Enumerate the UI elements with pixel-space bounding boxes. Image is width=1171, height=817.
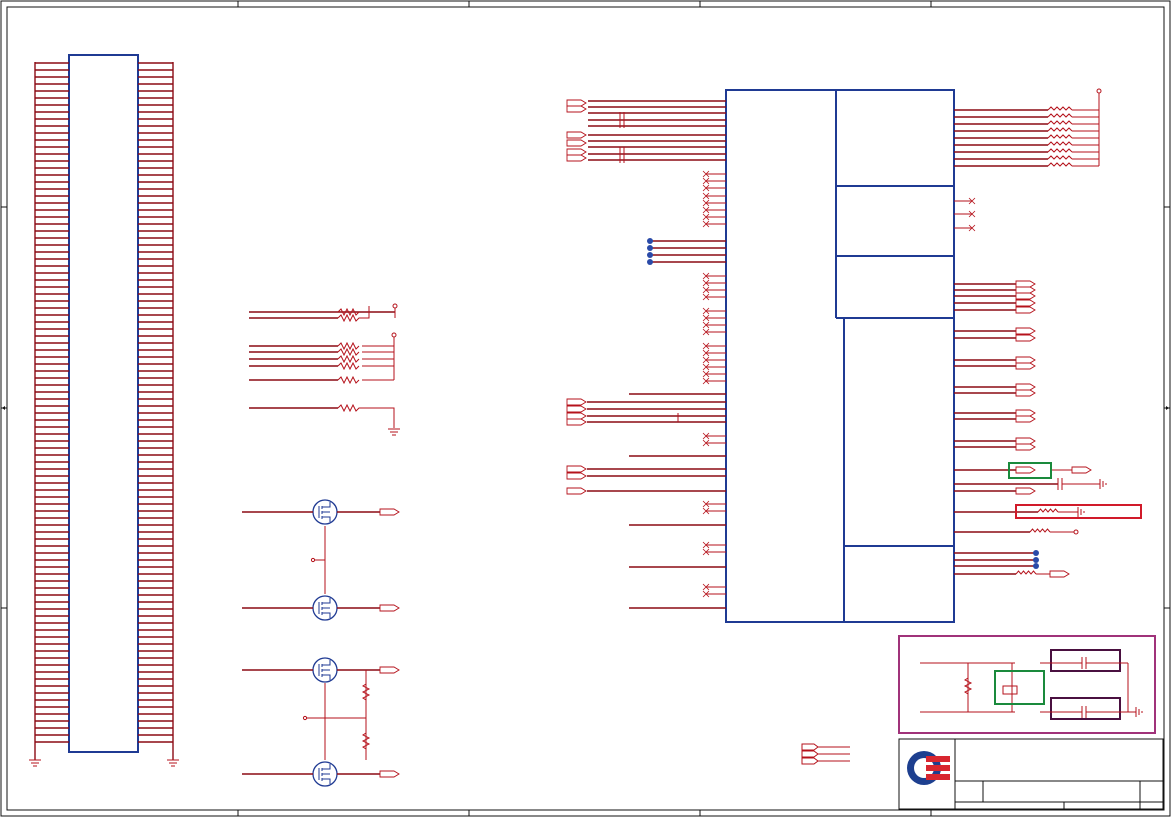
- offpage-connector: [1015, 327, 1036, 335]
- resistor-icon: [1037, 508, 1059, 513]
- mosfet-icon: [312, 595, 338, 621]
- offpage-connector: [566, 131, 587, 139]
- offpage-connector: [1015, 286, 1036, 294]
- resistor-icon: [1047, 113, 1073, 118]
- crystal-icon: [1002, 685, 1018, 695]
- offpage-connector: [1015, 466, 1036, 474]
- resistor-icon: [1047, 148, 1073, 153]
- highlight-green-box: [994, 670, 1045, 705]
- offpage-connector: [1015, 409, 1036, 417]
- resistor-icon: [337, 375, 360, 385]
- offpage-connectors-bottom: [801, 743, 850, 765]
- offpage-connector: [1015, 362, 1036, 370]
- ic-left-pins: [566, 99, 726, 609]
- offpage-connector: [379, 604, 400, 612]
- offpage-connector: [566, 418, 587, 426]
- mosfet-wiring: [302, 526, 371, 760]
- mosfet-icon: [312, 761, 338, 787]
- pullup-array: [1047, 88, 1102, 167]
- resistor-icon: [1047, 106, 1073, 111]
- title-block: [898, 738, 1164, 810]
- mosfet-icon: [312, 499, 338, 525]
- offpage-connector: [1015, 334, 1036, 342]
- offpage-connector: [566, 405, 587, 413]
- resistor-icon: [337, 403, 395, 428]
- resistor-icon: [1047, 141, 1073, 146]
- testpoint-dot: [647, 238, 653, 244]
- crystal-oscillator-section: [898, 635, 1156, 734]
- offpage-connector: [1015, 299, 1036, 307]
- offpage-connector: [1071, 466, 1092, 474]
- connector-body: [68, 54, 139, 753]
- resistor-icon: [1047, 134, 1073, 139]
- ground-icon: [1099, 479, 1107, 489]
- resistor-icon: [337, 341, 360, 351]
- offpage-connector: [566, 465, 587, 473]
- offpage-connector: [1049, 570, 1070, 578]
- open-terminal: [1073, 529, 1079, 535]
- resistor-rows: [249, 341, 394, 385]
- offpage-connector: [566, 105, 587, 113]
- resistor-icon: [1047, 155, 1073, 160]
- resistor-icon: [1047, 162, 1073, 167]
- testpoint-dot: [647, 245, 653, 251]
- mosfet-switches: [242, 499, 400, 787]
- capacitor-icon: [1081, 706, 1087, 718]
- company-logo-icon: [907, 751, 950, 785]
- resistor-icon: [1029, 528, 1051, 533]
- resistor-icon: [337, 306, 370, 323]
- connector-block: [29, 54, 179, 767]
- testpoint-dot: [647, 252, 653, 258]
- ground-icon: [388, 428, 400, 436]
- schematic-canvas: [0, 0, 1171, 817]
- ground-icon: [29, 759, 41, 767]
- schematic-sheet: [0, 0, 1171, 817]
- ic-body: [725, 89, 955, 623]
- capacitor-icon: [1081, 657, 1087, 669]
- offpage-connector: [1015, 306, 1036, 314]
- resistor-icon: [337, 354, 360, 364]
- offpage-connector: [1015, 487, 1036, 495]
- offpage-connector: [379, 770, 400, 778]
- connector-pins: [35, 62, 173, 743]
- testpoint-dot: [647, 259, 653, 265]
- testpoint-dot: [1033, 557, 1039, 563]
- pullup-resistor-network: [249, 303, 400, 436]
- offpage-connector: [379, 666, 400, 674]
- offpage-connector: [1015, 443, 1036, 451]
- resistor-icon: [337, 361, 360, 371]
- offpage-connector: [566, 487, 587, 495]
- offpage-connector: [566, 472, 587, 480]
- testpoint-dot: [1033, 563, 1039, 569]
- offpage-connector: [566, 154, 587, 162]
- offpage-connector: [1015, 415, 1036, 423]
- ground-icon: [1135, 707, 1143, 717]
- main-ic: [566, 89, 1107, 623]
- offpage-connector: [1015, 389, 1036, 397]
- ground-icon: [167, 759, 179, 767]
- testpoint-dot: [1033, 550, 1039, 556]
- offpage-connector: [566, 99, 587, 107]
- offpage-connector: [379, 508, 400, 516]
- ground-icon: [1077, 507, 1085, 517]
- offpage-connector: [1015, 437, 1036, 445]
- resistor-icon: [337, 347, 360, 357]
- resistor-icon: [1015, 570, 1037, 575]
- offpage-connector: [1015, 356, 1036, 364]
- resistor-icon: [1047, 120, 1073, 125]
- offpage-connector: [566, 412, 587, 420]
- offpage-connector: [1015, 383, 1036, 391]
- resistor-icon: [1047, 127, 1073, 132]
- offpage-connector: [566, 148, 587, 156]
- offpage-connector: [1015, 292, 1036, 300]
- ic-right-pins: [954, 109, 1107, 578]
- offpage-connector: [1015, 280, 1036, 288]
- offpage-connector: [566, 398, 587, 406]
- offpage-connector: [566, 139, 587, 147]
- mosfet-icon: [312, 657, 338, 683]
